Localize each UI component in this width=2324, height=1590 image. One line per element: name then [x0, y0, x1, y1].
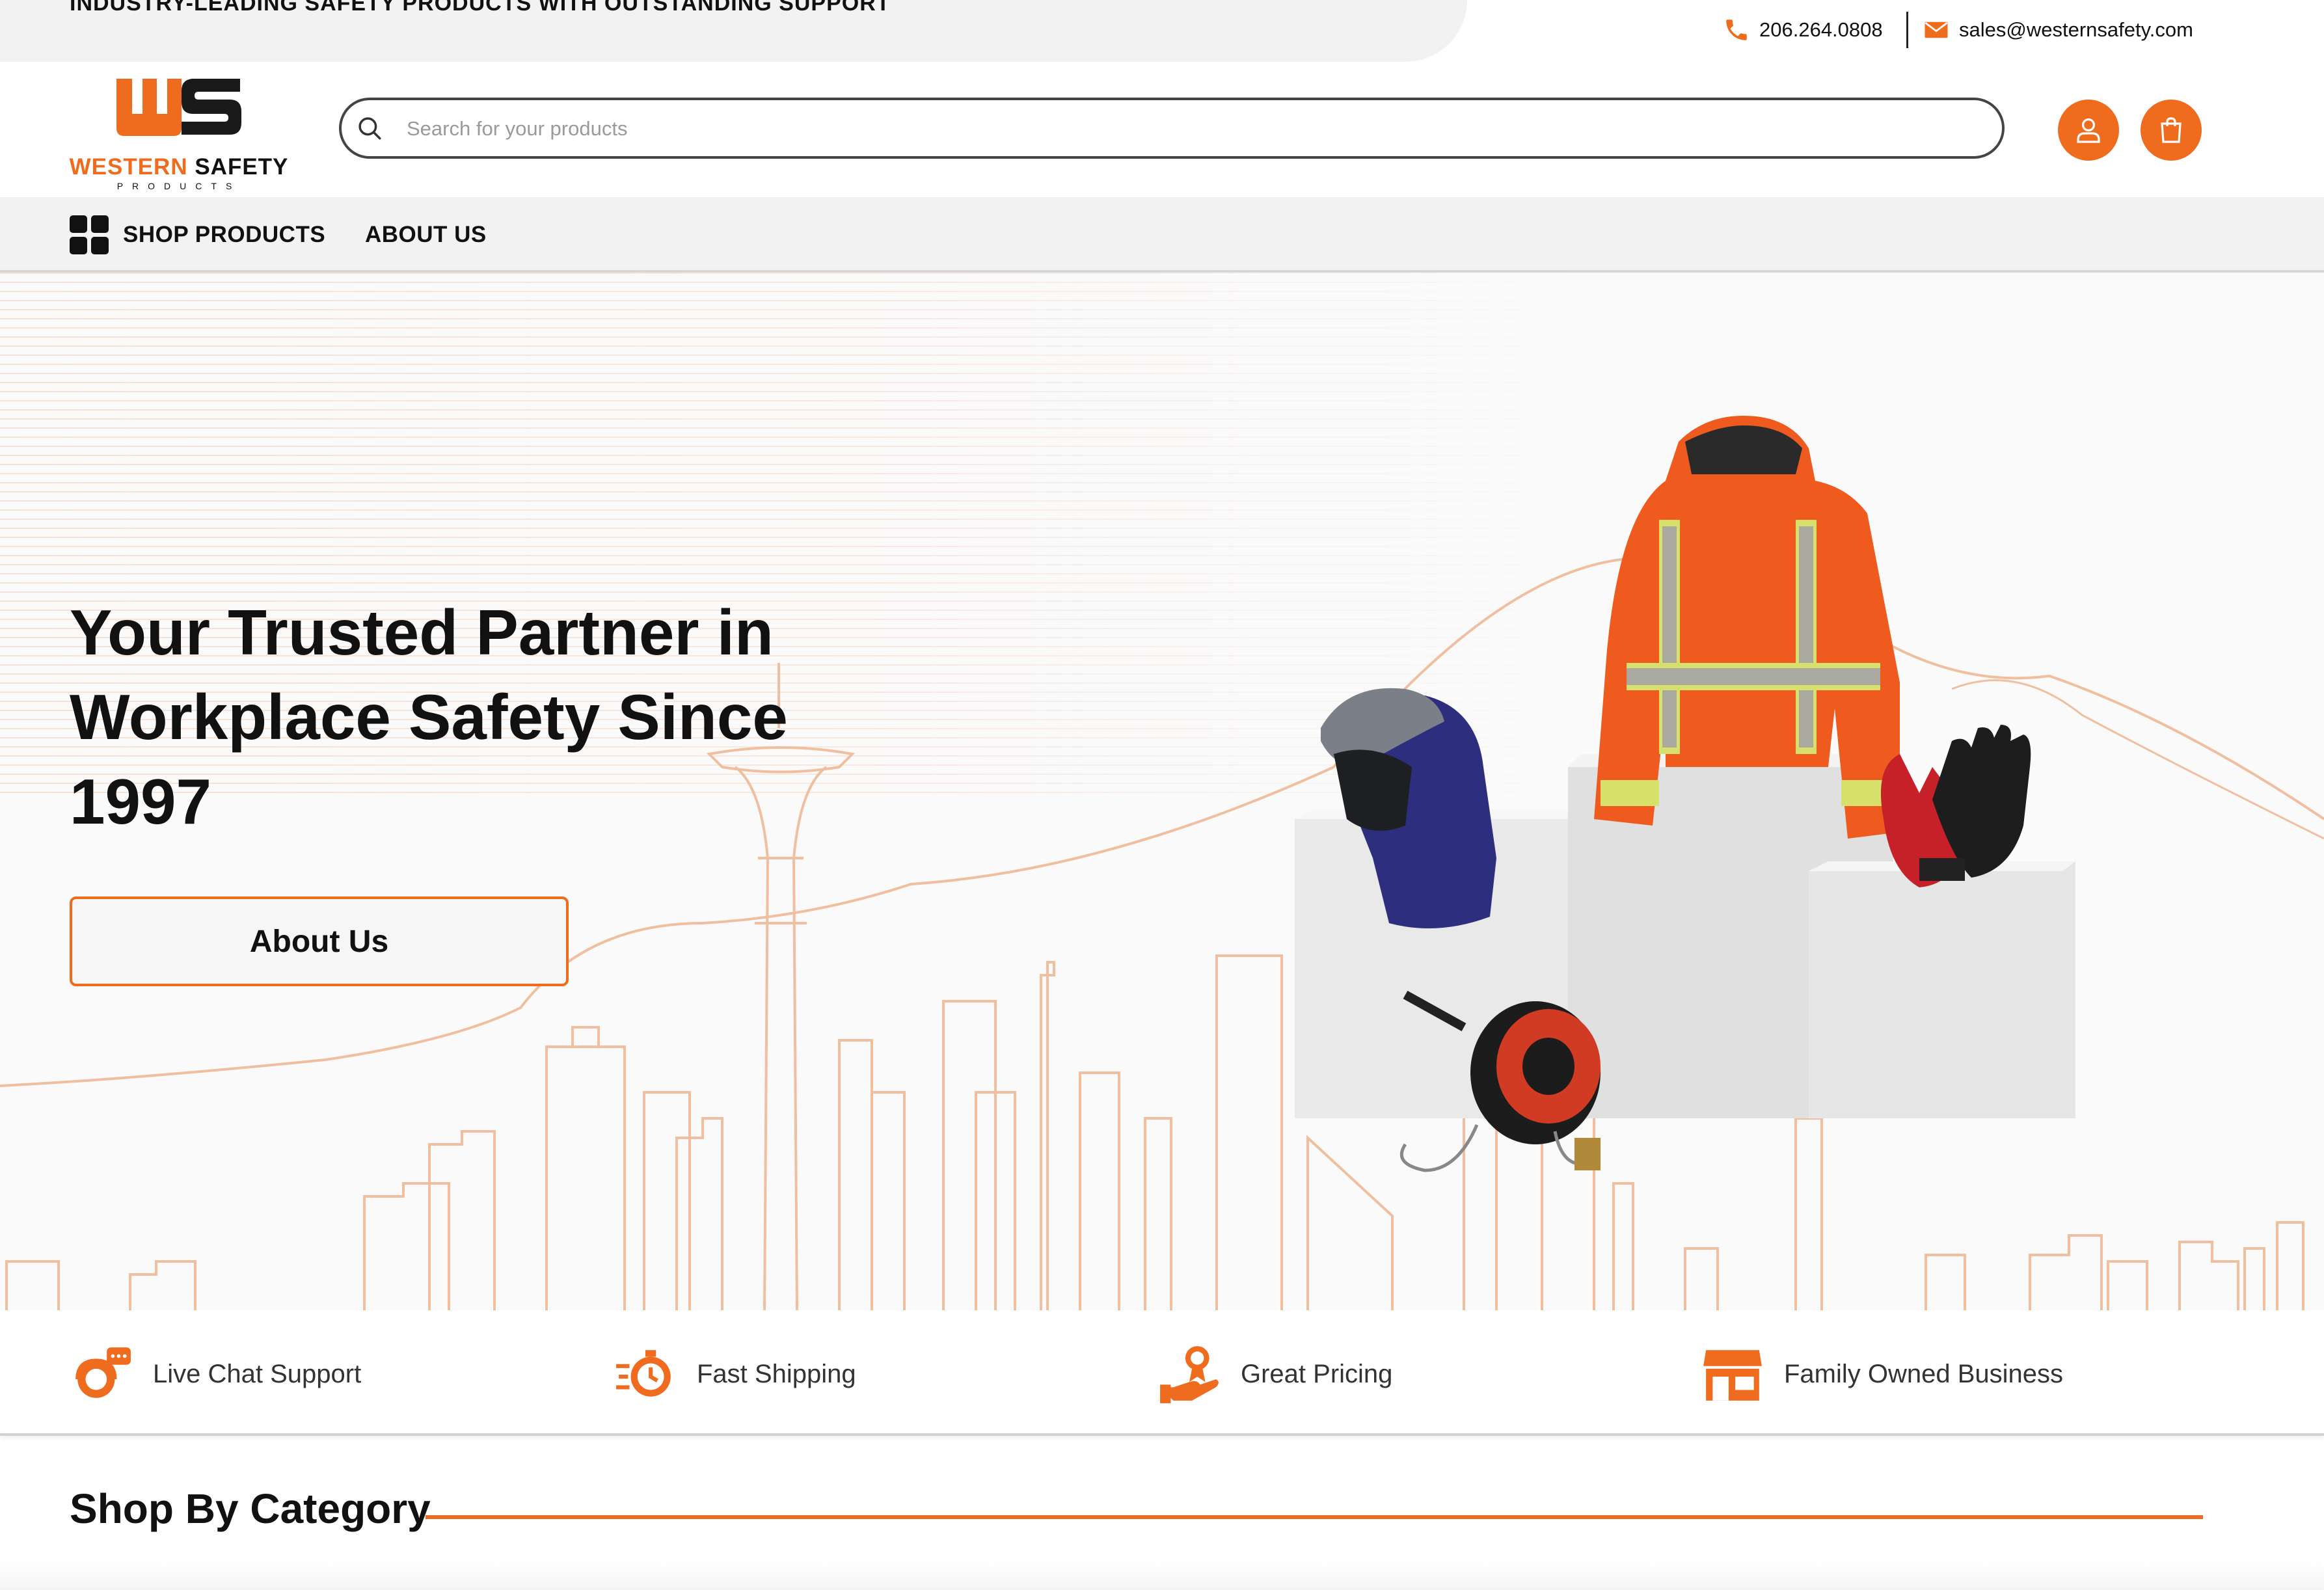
search-input[interactable] — [405, 109, 1969, 148]
feature-fast-shipping-label: Fast Shipping — [697, 1359, 856, 1388]
logo-subtitle: PRODUCTS — [116, 181, 241, 191]
feature-family-owned: Family Owned Business — [1701, 1341, 2063, 1407]
feature-great-pricing-label: Great Pricing — [1241, 1359, 1393, 1388]
tagline-banner: INDUSTRY-LEADING SAFETY PRODUCTS WITH OU… — [0, 0, 1467, 62]
nav-shop-products-label: SHOP PRODUCTS — [123, 222, 326, 247]
email-address: sales@westernsafety.com — [1959, 18, 2193, 41]
logo-word-safety: SAFETY — [195, 154, 289, 180]
about-us-button[interactable]: About Us — [70, 896, 569, 986]
chat-support-icon — [75, 1347, 131, 1398]
logo-word-western: WESTERN — [69, 154, 188, 180]
site-header: WESTERN SAFETY PRODUCTS — [0, 62, 2324, 197]
logo-wordmark: WESTERN SAFETY — [68, 154, 290, 180]
contact-divider — [1906, 12, 1908, 48]
email-link[interactable]: sales@westernsafety.com — [1923, 13, 2193, 47]
hero-headline: Your Trusted Partner in Workplace Safety… — [70, 597, 788, 837]
hero-banner: Your Trusted Partner in Workplace Safety… — [0, 273, 2324, 1310]
nav-about-us-label: ABOUT US — [365, 222, 487, 247]
envelope-icon — [1925, 21, 1948, 38]
fast-shipping-icon — [616, 1350, 671, 1397]
grid-icon — [70, 215, 109, 254]
feature-live-chat: Live Chat Support — [70, 1341, 361, 1407]
section-fade — [0, 1561, 2324, 1590]
feature-fast-shipping: Fast Shipping — [614, 1341, 856, 1407]
nav-about-us[interactable]: ABOUT US — [365, 217, 487, 253]
phone-icon — [1726, 20, 1747, 40]
feature-family-owned-label: Family Owned Business — [1784, 1359, 2064, 1388]
shop-by-category-heading: Shop By Category — [70, 1485, 431, 1532]
logo[interactable]: WESTERN SAFETY PRODUCTS — [68, 75, 290, 191]
feature-strip: Live Chat Support Fast Shipping Great Pr… — [0, 1310, 2324, 1436]
tagline: INDUSTRY-LEADING SAFETY PRODUCTS WITH OU… — [70, 0, 891, 16]
feature-great-pricing: Great Pricing — [1157, 1341, 1392, 1407]
product-display-image — [1295, 416, 2075, 1172]
feature-live-chat-label: Live Chat Support — [153, 1359, 362, 1388]
account-button[interactable] — [2058, 100, 2119, 161]
user-icon — [2077, 118, 2100, 143]
phone-link[interactable]: 206.264.0808 — [1723, 13, 1883, 47]
nav-shop-products[interactable]: SHOP PRODUCTS — [70, 215, 326, 254]
cart-button[interactable] — [2141, 100, 2202, 161]
shopping-bag-icon — [2161, 117, 2182, 143]
search-bar[interactable] — [339, 98, 2005, 159]
storefront-icon — [1703, 1350, 1762, 1401]
top-bar: INDUSTRY-LEADING SAFETY PRODUCTS WITH OU… — [0, 0, 2324, 62]
main-nav: SHOP PRODUCTS ABOUT US — [0, 197, 2324, 273]
pricing-hand-icon — [1160, 1346, 1219, 1403]
phone-number: 206.264.0808 — [1759, 18, 1883, 41]
logo-mark — [116, 79, 241, 136]
search-icon[interactable] — [356, 115, 383, 142]
heading-divider — [426, 1515, 2203, 1519]
